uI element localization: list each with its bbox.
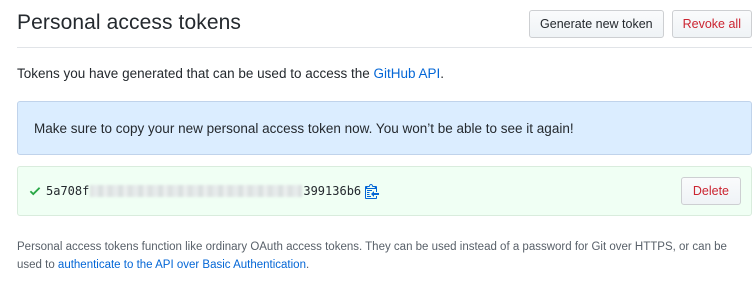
basic-auth-link[interactable]: authenticate to the API over Basic Authe… <box>58 259 306 271</box>
description-text: Tokens you have generated that can be us… <box>17 66 374 81</box>
check-icon <box>28 184 42 198</box>
header-actions: Generate new token Revoke all <box>529 10 752 38</box>
token-prefix: 5a708f <box>46 184 90 198</box>
delete-token-button[interactable]: Delete <box>680 177 741 205</box>
copy-token-notice: Make sure to copy your new personal acce… <box>17 101 752 155</box>
token-redacted-mask <box>90 185 303 197</box>
generate-new-token-button[interactable]: Generate new token <box>529 10 664 38</box>
page-header: Personal access tokens Generate new toke… <box>17 0 752 48</box>
description-end: . <box>440 66 445 81</box>
footnote-end: . <box>305 259 310 271</box>
tokens-description: Tokens you have generated that can be us… <box>17 66 444 81</box>
github-api-link[interactable]: GitHub API <box>374 66 441 81</box>
new-token-row: 5a708f 399136b6 Delete <box>17 166 752 216</box>
notice-message: Make sure to copy your new personal acce… <box>34 120 574 136</box>
page-title: Personal access tokens <box>17 11 241 34</box>
clippy-icon[interactable] <box>365 183 380 199</box>
revoke-all-button[interactable]: Revoke all <box>671 10 752 38</box>
tokens-footnote: Personal access tokens function like ord… <box>17 238 752 274</box>
token-suffix: 399136b6 <box>303 184 362 198</box>
token-value[interactable]: 5a708f 399136b6 <box>46 184 361 198</box>
